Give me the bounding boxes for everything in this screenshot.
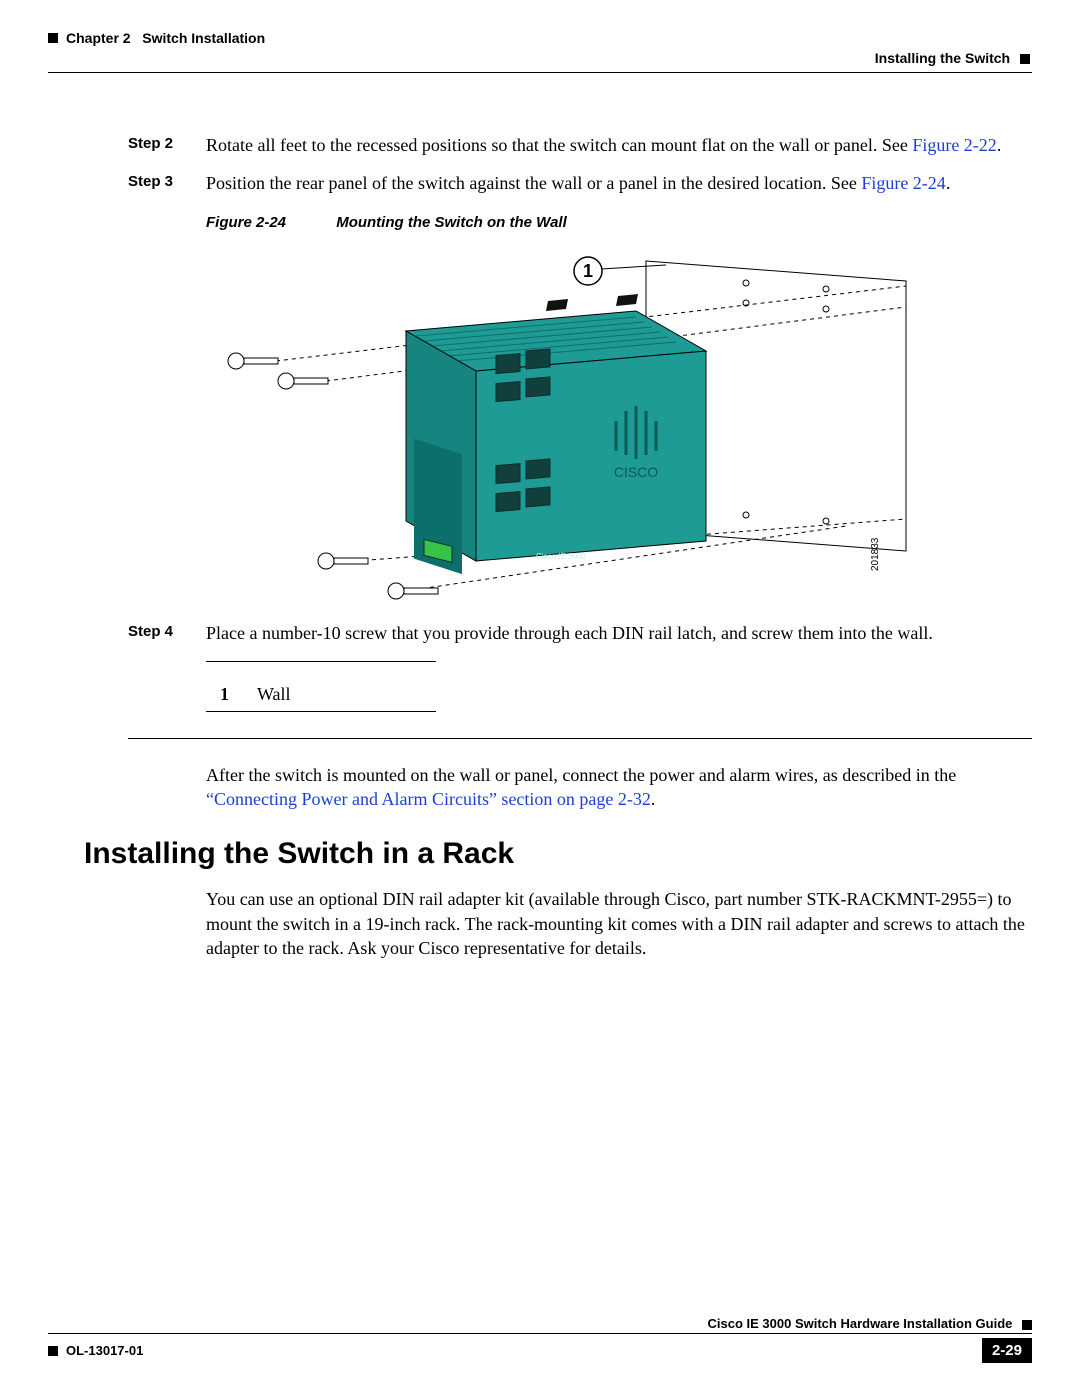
header-rule	[48, 72, 1032, 73]
guide-title: Cisco IE 3000 Switch Hardware Installati…	[708, 1316, 1013, 1331]
section-title: Installing the Switch	[875, 50, 1010, 66]
figure-caption: Figure 2-24 Mounting the Switch on the W…	[206, 214, 1032, 231]
step-text-part: .	[997, 135, 1002, 155]
callout-label: 1	[583, 261, 593, 281]
figure-number: Figure 2-24	[206, 214, 286, 231]
svg-text:Cisco IE 3000: Cisco IE 3000	[536, 552, 586, 561]
section-heading: Installing the Switch in a Rack	[84, 837, 1032, 871]
step-label: Step 3	[128, 171, 206, 195]
para-part: After the switch is mounted on the wall …	[206, 765, 956, 785]
step-text-part: Position the rear panel of the switch ag…	[206, 173, 861, 193]
page-number: 2-29	[982, 1338, 1032, 1363]
chapter-title: Switch Installation	[142, 30, 265, 46]
step-text-part: Rotate all feet to the recessed position…	[206, 135, 912, 155]
step-label: Step 4	[128, 621, 206, 645]
step-label: Step 2	[128, 133, 206, 157]
ol-number: OL-13017-01	[66, 1343, 143, 1358]
steps-block: Step 2 Rotate all feet to the recessed p…	[128, 133, 1032, 196]
header-square-icon	[48, 33, 58, 43]
page-footer: Cisco IE 3000 Switch Hardware Installati…	[48, 1316, 1032, 1363]
figure-title: Mounting the Switch on the Wall	[336, 214, 567, 231]
after-paragraph: After the switch is mounted on the wall …	[206, 763, 1032, 812]
step-text: Position the rear panel of the switch ag…	[206, 171, 1032, 195]
header-square-icon	[1020, 54, 1030, 64]
chapter-number: Chapter 2	[66, 30, 131, 46]
rack-paragraph: You can use an optional DIN rail adapter…	[206, 887, 1032, 960]
figure-link[interactable]: Figure 2-24	[861, 173, 946, 193]
legend-block: 1 Wall	[206, 661, 436, 712]
step-4: Step 4 Place a number-10 screw that you …	[128, 621, 1032, 645]
step-text: Place a number-10 screw that you provide…	[206, 621, 1032, 645]
doc-ol: OL-13017-01	[48, 1343, 143, 1358]
header-chapter: Chapter 2 Switch Installation	[48, 30, 1032, 46]
figure-image: 1	[206, 241, 926, 621]
section-link[interactable]: “Connecting Power and Alarm Circuits” se…	[206, 789, 651, 809]
table-row: 1 Wall	[206, 678, 305, 711]
svg-text:201833: 201833	[870, 537, 881, 571]
para-part: .	[651, 789, 656, 809]
steps-block-2: Step 4 Place a number-10 screw that you …	[128, 621, 1032, 645]
step-text: Rotate all feet to the recessed position…	[206, 133, 1032, 157]
footer-square-icon	[1022, 1320, 1032, 1330]
legend-value: Wall	[243, 678, 305, 711]
steps-end-rule	[128, 738, 1032, 739]
step-3: Step 3 Position the rear panel of the sw…	[128, 171, 1032, 195]
legend-key: 1	[206, 678, 243, 711]
header-section: Installing the Switch	[48, 50, 1032, 66]
step-text-part: .	[946, 173, 951, 193]
legend-table: 1 Wall	[206, 678, 305, 711]
svg-text:CISCO: CISCO	[614, 464, 658, 480]
step-2: Step 2 Rotate all feet to the recessed p…	[128, 133, 1032, 157]
figure-link[interactable]: Figure 2-22	[912, 135, 997, 155]
footer-square-icon	[48, 1346, 58, 1356]
footer-rule	[48, 1333, 1032, 1334]
